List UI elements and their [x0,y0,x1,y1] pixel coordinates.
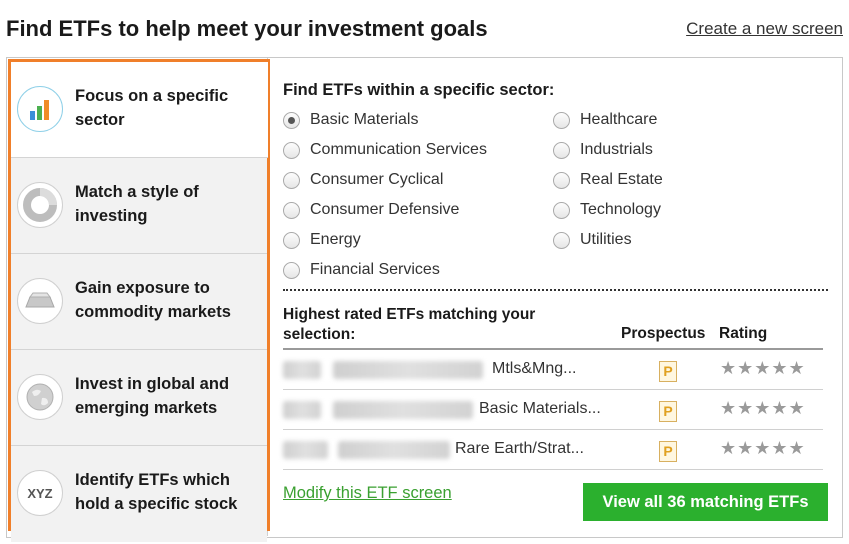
redacted-ticker [283,401,321,419]
donut-icon [17,182,63,228]
table-row[interactable]: Rare Earth/Strat... P ★★★★★ [283,430,823,470]
radio-energy[interactable]: Energy [283,229,361,251]
xyz-icon: XYZ [17,470,63,516]
sidebar-item-commodity[interactable]: Gain exposure to commodity markets [11,254,267,350]
radio-technology[interactable]: Technology [553,199,661,221]
redacted-ticker [283,441,328,459]
radio-healthcare[interactable]: Healthcare [553,109,657,131]
rating-stars: ★★★★★ [720,398,806,418]
rating-stars: ★★★★★ [720,438,806,458]
radio-label: Financial Services [310,261,440,278]
bar-chart-icon [17,86,63,132]
results-heading: Highest rated ETFs matching your selecti… [283,306,536,343]
radio-button[interactable] [553,231,570,249]
modify-screen-link[interactable]: Modify this ETF screen [283,484,452,503]
radio-label: Healthcare [580,111,658,128]
sidebar-item-style[interactable]: Match a style of investing [11,158,267,254]
sidebar-item-label: Invest in global and emerging markets [75,375,230,417]
radio-button[interactable] [283,231,300,249]
radio-label: Technology [580,201,661,218]
prospectus-icon[interactable]: P [659,441,677,462]
radio-financial-services[interactable]: Financial Services [283,259,440,281]
radio-button[interactable] [553,201,570,219]
radio-button[interactable] [283,171,300,189]
radio-button[interactable] [283,141,300,159]
radio-button[interactable] [283,201,300,219]
view-all-button[interactable]: View all 36 matching ETFs [583,483,828,521]
prospectus-column-header: Prospectus [621,325,706,342]
sidebar-item-label: Focus on a specific sector [75,87,229,129]
sidebar-item-label: Gain exposure to commodity markets [75,279,231,321]
sidebar-item-label: Identify ETFs which hold a specific stoc… [75,471,238,513]
radio-communication-services[interactable]: Communication Services [283,139,487,161]
radio-label: Industrials [580,141,653,158]
table-row[interactable]: Basic Materials... P ★★★★★ [283,390,823,430]
radio-button[interactable] [553,171,570,189]
page-title: Find ETFs to help meet your investment g… [6,16,488,41]
sidebar-item-sector[interactable]: Focus on a specific sector [11,62,268,158]
sidebar-item-stock[interactable]: XYZ Identify ETFs which hold a specific … [11,446,267,542]
radio-label: Basic Materials [310,111,419,128]
redacted-fund-name [333,401,473,419]
etf-category: Basic Materials... [479,400,601,417]
radio-industrials[interactable]: Industrials [553,139,653,161]
prospectus-icon[interactable]: P [659,361,677,382]
radio-button[interactable] [553,111,570,129]
etf-category: Rare Earth/Strat... [455,440,584,457]
radio-label: Real Estate [580,171,663,188]
section-divider [283,289,828,291]
redacted-ticker [283,361,321,379]
prospectus-icon[interactable]: P [659,401,677,422]
rating-stars: ★★★★★ [720,358,806,378]
goal-sidebar: Focus on a specific sector Match a style… [8,59,270,542]
table-row[interactable]: Mtls&Mng... P ★★★★★ [283,350,823,390]
radio-label: Consumer Defensive [310,201,460,218]
redacted-fund-name [333,361,483,379]
rating-column-header: Rating [719,325,768,342]
radio-label: Energy [310,231,361,248]
create-new-screen-link[interactable]: Create a new screen [686,19,843,39]
radio-basic-materials[interactable]: Basic Materials [283,109,418,131]
radio-real-estate[interactable]: Real Estate [553,169,663,191]
sidebar-item-global[interactable]: Invest in global and emerging markets [11,350,267,446]
radio-label: Communication Services [310,141,487,158]
radio-button[interactable] [283,261,300,279]
radio-label: Utilities [580,231,632,248]
radio-button[interactable] [283,111,300,129]
radio-utilities[interactable]: Utilities [553,229,632,251]
etf-category: Mtls&Mng... [492,360,577,377]
gold-bar-icon [17,278,63,324]
radio-consumer-cyclical[interactable]: Consumer Cyclical [283,169,443,191]
radio-label: Consumer Cyclical [310,171,444,188]
sidebar-item-label: Match a style of investing [75,183,199,225]
redacted-fund-name [338,441,450,459]
globe-icon [17,374,63,420]
radio-consumer-defensive[interactable]: Consumer Defensive [283,199,459,221]
radio-button[interactable] [553,141,570,159]
sector-heading: Find ETFs within a specific sector: [283,81,555,99]
